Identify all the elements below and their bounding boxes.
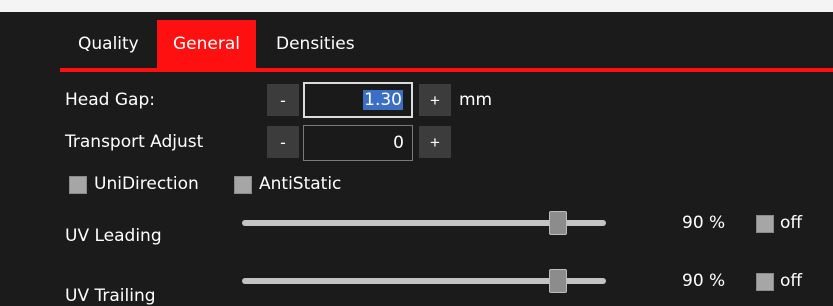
antistatic-checkbox[interactable]	[234, 176, 252, 194]
transport-adjust-decrement-button[interactable]: -	[266, 125, 300, 159]
window-top-strip	[0, 0, 833, 12]
tab-densities[interactable]: Densities	[276, 20, 355, 68]
head-gap-increment-button[interactable]: +	[418, 83, 452, 117]
unidirection-label: UniDirection	[94, 174, 199, 194]
uv-trailing-percent: 90 %	[682, 271, 726, 291]
uv-leading-percent: 90 %	[682, 213, 726, 233]
uv-trailing-off-checkbox[interactable]	[756, 273, 774, 291]
uv-leading-off-checkbox[interactable]	[756, 215, 774, 233]
antistatic-label: AntiStatic	[259, 174, 342, 194]
tab-general[interactable]: General	[157, 20, 256, 68]
unidirection-checkbox[interactable]	[69, 176, 87, 194]
uv-leading-slider-thumb[interactable]	[549, 211, 568, 235]
uv-leading-label: UV Leading	[65, 226, 162, 246]
transport-adjust-increment-button[interactable]: +	[418, 125, 452, 159]
head-gap-unit: mm	[459, 90, 493, 110]
head-gap-input[interactable]: 1.30	[303, 82, 413, 118]
head-gap-label: Head Gap:	[65, 90, 155, 110]
transport-adjust-value: 0	[393, 133, 404, 153]
tab-underline	[60, 68, 833, 72]
uv-trailing-slider-thumb[interactable]	[549, 269, 568, 293]
tab-quality[interactable]: Quality	[78, 20, 139, 68]
uv-leading-off-label: off	[780, 213, 803, 233]
head-gap-value: 1.30	[363, 90, 403, 110]
transport-adjust-label: Transport Adjust	[65, 132, 204, 152]
transport-adjust-input[interactable]: 0	[303, 125, 413, 161]
head-gap-decrement-button[interactable]: -	[266, 83, 300, 117]
uv-trailing-off-label: off	[780, 271, 803, 291]
uv-trailing-label: UV Trailing	[65, 286, 156, 306]
